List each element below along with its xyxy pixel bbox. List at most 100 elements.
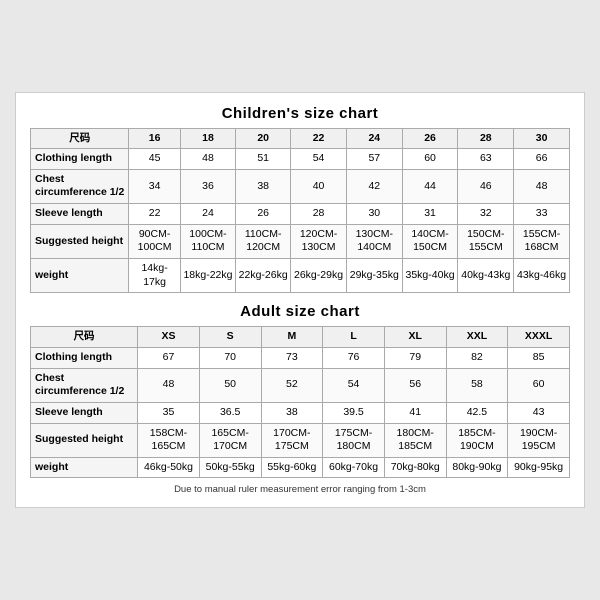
- children-col-header: 28: [458, 128, 514, 149]
- cell-value: 41: [384, 402, 446, 423]
- cell-value: 180CM-185CM: [384, 423, 446, 457]
- table-row: Clothing length67707376798285: [31, 347, 570, 368]
- cell-value: 60kg-70kg: [323, 457, 385, 478]
- cell-value: 48: [180, 149, 235, 170]
- cell-value: 48: [514, 169, 570, 203]
- table-row: weight14kg-17kg18kg-22kg22kg-26kg26kg-29…: [31, 259, 570, 293]
- note-text: Due to manual ruler measurement error ra…: [30, 484, 570, 495]
- row-label: Chest circumference 1/2: [31, 169, 129, 203]
- cell-value: 35: [138, 402, 200, 423]
- adult-col-header: XXXL: [508, 327, 570, 348]
- adult-col-header: XXL: [446, 327, 508, 348]
- cell-value: 22: [129, 204, 180, 225]
- cell-value: 85: [508, 347, 570, 368]
- cell-value: 29kg-35kg: [346, 259, 402, 293]
- cell-value: 66: [514, 149, 570, 170]
- cell-value: 60: [402, 149, 458, 170]
- adult-chart-title: Adult size chart: [30, 303, 570, 320]
- cell-value: 175CM-180CM: [323, 423, 385, 457]
- cell-value: 73: [261, 347, 323, 368]
- cell-value: 51: [236, 149, 291, 170]
- cell-value: 55kg-60kg: [261, 457, 323, 478]
- cell-value: 35kg-40kg: [402, 259, 458, 293]
- cell-value: 150CM-155CM: [458, 224, 514, 258]
- cell-value: 36.5: [199, 402, 261, 423]
- cell-value: 48: [138, 368, 200, 402]
- adult-col-header: S: [199, 327, 261, 348]
- cell-value: 158CM-165CM: [138, 423, 200, 457]
- cell-value: 31: [402, 204, 458, 225]
- cell-value: 46: [458, 169, 514, 203]
- table-row: Suggested height90CM-100CM100CM-110CM110…: [31, 224, 570, 258]
- cell-value: 100CM-110CM: [180, 224, 235, 258]
- children-col-header: 16: [129, 128, 180, 149]
- adult-col-header: 尺码: [31, 327, 138, 348]
- cell-value: 70kg-80kg: [384, 457, 446, 478]
- cell-value: 24: [180, 204, 235, 225]
- cell-value: 190CM-195CM: [508, 423, 570, 457]
- children-col-header: 30: [514, 128, 570, 149]
- row-label: weight: [31, 259, 129, 293]
- cell-value: 63: [458, 149, 514, 170]
- cell-value: 82: [446, 347, 508, 368]
- cell-value: 155CM-168CM: [514, 224, 570, 258]
- cell-value: 40kg-43kg: [458, 259, 514, 293]
- cell-value: 56: [384, 368, 446, 402]
- cell-value: 30: [346, 204, 402, 225]
- cell-value: 34: [129, 169, 180, 203]
- children-col-header: 20: [236, 128, 291, 149]
- row-label: Suggested height: [31, 224, 129, 258]
- row-label: Sleeve length: [31, 402, 138, 423]
- cell-value: 58: [446, 368, 508, 402]
- cell-value: 50kg-55kg: [199, 457, 261, 478]
- cell-value: 170CM-175CM: [261, 423, 323, 457]
- adult-table: 尺码XSSMLXLXXLXXXL Clothing length67707376…: [30, 326, 570, 478]
- cell-value: 26kg-29kg: [291, 259, 347, 293]
- cell-value: 42: [346, 169, 402, 203]
- cell-value: 140CM-150CM: [402, 224, 458, 258]
- cell-value: 43: [508, 402, 570, 423]
- cell-value: 38: [236, 169, 291, 203]
- cell-value: 40: [291, 169, 347, 203]
- cell-value: 80kg-90kg: [446, 457, 508, 478]
- table-row: Chest circumference 1/23436384042444648: [31, 169, 570, 203]
- cell-value: 22kg-26kg: [236, 259, 291, 293]
- table-row: Clothing length4548515457606366: [31, 149, 570, 170]
- cell-value: 46kg-50kg: [138, 457, 200, 478]
- children-col-header: 26: [402, 128, 458, 149]
- cell-value: 165CM-170CM: [199, 423, 261, 457]
- row-label: Sleeve length: [31, 204, 129, 225]
- table-row: Sleeve length2224262830313233: [31, 204, 570, 225]
- cell-value: 185CM-190CM: [446, 423, 508, 457]
- cell-value: 50: [199, 368, 261, 402]
- cell-value: 54: [291, 149, 347, 170]
- chart-wrapper: Children's size chart 尺码1618202224262830…: [15, 92, 585, 509]
- cell-value: 32: [458, 204, 514, 225]
- cell-value: 67: [138, 347, 200, 368]
- cell-value: 36: [180, 169, 235, 203]
- cell-value: 39.5: [323, 402, 385, 423]
- cell-value: 33: [514, 204, 570, 225]
- cell-value: 79: [384, 347, 446, 368]
- cell-value: 18kg-22kg: [180, 259, 235, 293]
- cell-value: 42.5: [446, 402, 508, 423]
- cell-value: 52: [261, 368, 323, 402]
- table-row: weight46kg-50kg50kg-55kg55kg-60kg60kg-70…: [31, 457, 570, 478]
- adult-col-header: M: [261, 327, 323, 348]
- children-col-header: 尺码: [31, 128, 129, 149]
- children-chart-title: Children's size chart: [30, 105, 570, 122]
- cell-value: 130CM-140CM: [346, 224, 402, 258]
- cell-value: 54: [323, 368, 385, 402]
- cell-value: 44: [402, 169, 458, 203]
- row-label: Clothing length: [31, 149, 129, 170]
- cell-value: 76: [323, 347, 385, 368]
- children-col-header: 24: [346, 128, 402, 149]
- cell-value: 45: [129, 149, 180, 170]
- cell-value: 43kg-46kg: [514, 259, 570, 293]
- cell-value: 90kg-95kg: [508, 457, 570, 478]
- cell-value: 38: [261, 402, 323, 423]
- children-col-header: 18: [180, 128, 235, 149]
- row-label: weight: [31, 457, 138, 478]
- row-label: Clothing length: [31, 347, 138, 368]
- cell-value: 110CM-120CM: [236, 224, 291, 258]
